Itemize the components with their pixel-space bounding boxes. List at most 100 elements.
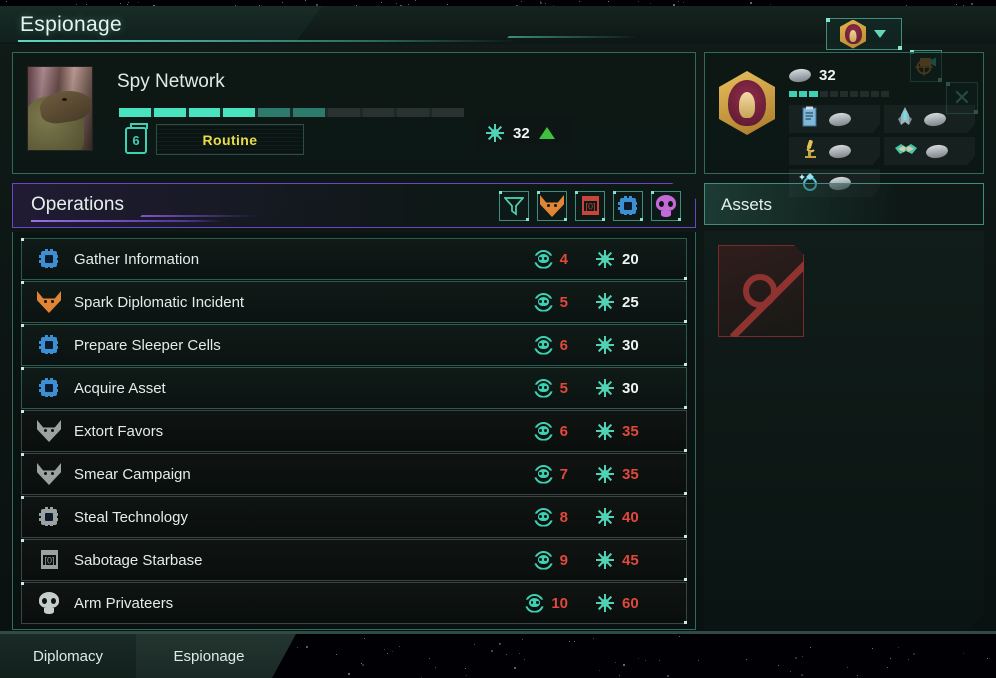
star: [127, 1, 129, 3]
tab-diplomacy[interactable]: Diplomacy: [0, 634, 136, 678]
operation-icon: [32, 291, 66, 313]
fox-icon: [37, 291, 61, 313]
star: [5, 0, 7, 2]
fox-icon: [37, 463, 61, 485]
spy-network-panel: Spy Network 6 Routine 32: [12, 52, 696, 174]
table-row[interactable]: Acquire Asset 5 30: [21, 367, 687, 409]
table-row[interactable]: Steal Technology 8 40: [21, 496, 687, 538]
intel-blob-icon: [788, 67, 812, 84]
title-underline: [18, 40, 518, 42]
operation-name: Sabotage Starbase: [74, 551, 203, 569]
operation-icon: [32, 463, 66, 485]
espionage-value-chip: 32: [476, 116, 574, 150]
filter-all[interactable]: [499, 191, 529, 221]
filter-provocation[interactable]: [651, 191, 681, 221]
table-row[interactable]: Arm Privateers 10 60: [21, 582, 687, 624]
government-intel[interactable]: [789, 105, 880, 133]
espionage-spoke-icon: [596, 465, 614, 483]
operation-cost: 35: [596, 465, 658, 483]
table-row[interactable]: [0] Sabotage Starbase 9 45: [21, 539, 687, 581]
operation-icon: [32, 377, 66, 399]
star: [649, 2, 651, 4]
svg-text:[0]: [0]: [44, 556, 54, 566]
spy-network-level-icon: 6: [125, 123, 148, 154]
operation-icon: [32, 506, 66, 528]
operation-difficulty: 7: [533, 464, 568, 484]
progress-segment: [362, 108, 395, 117]
fox-icon: [37, 420, 61, 442]
intel-blob-icon: [923, 111, 947, 127]
star: [682, 2, 684, 4]
leader-portrait[interactable]: [27, 66, 93, 151]
operation-name: Extort Favors: [74, 422, 164, 440]
operation-name: Prepare Sleeper Cells: [74, 336, 221, 354]
cost-value: 35: [622, 465, 639, 483]
chip-icon: [38, 377, 60, 399]
espionage-value: 32: [513, 124, 530, 142]
progress-segment: [397, 108, 430, 117]
filter-sabotage[interactable]: [0]: [575, 191, 605, 221]
star: [281, 2, 283, 4]
difficulty-value: 9: [559, 551, 568, 569]
operations-underline: [31, 220, 223, 222]
trend-up-icon: [538, 127, 555, 139]
military-intel[interactable]: [884, 105, 975, 133]
page-title: Espionage: [20, 13, 122, 36]
difficulty-value: 8: [559, 508, 568, 526]
main-window: Espionage ✕: [0, 6, 996, 634]
intel-blob-icon: [925, 143, 949, 159]
star: [520, 1, 522, 3]
assets-body: [704, 231, 984, 630]
espionage-window-root: Espionage ✕: [0, 0, 996, 678]
table-row[interactable]: Extort Favors 6 35: [21, 410, 687, 452]
star: [677, 0, 679, 2]
intel-blob-icon: [828, 143, 852, 159]
operations-list[interactable]: Gather Information 4 20 Spark Diplomatic In…: [12, 232, 696, 630]
star: [608, 1, 610, 3]
filter-subterfuge[interactable]: [537, 191, 567, 221]
espionage-spoke-icon: [596, 250, 614, 268]
science-intel[interactable]: [789, 137, 880, 165]
empire-selector-dropdown[interactable]: [826, 18, 902, 50]
skull-ring-icon: [533, 507, 553, 527]
intel-bar-segment: [860, 91, 869, 97]
table-row[interactable]: Spark Diplomatic Incident 5 25: [21, 281, 687, 323]
no-asset-slot[interactable]: [718, 245, 804, 337]
operation-cost: 60: [596, 594, 658, 612]
star: [137, 2, 139, 4]
title-bar: Espionage ✕: [0, 6, 996, 114]
diplomacy-intel[interactable]: [884, 137, 975, 165]
star: [539, 2, 542, 5]
cost-value: 25: [622, 293, 639, 311]
star: [970, 2, 973, 5]
tab-espionage[interactable]: Espionage: [136, 634, 296, 678]
star: [395, 3, 397, 5]
star: [447, 3, 449, 5]
star: [544, 2, 546, 4]
assets-header: Assets: [704, 183, 984, 225]
operation-icon: [32, 592, 66, 614]
star: [749, 2, 752, 5]
table-row[interactable]: Smear Campaign 7 35: [21, 453, 687, 495]
operation-icon: [32, 334, 66, 356]
spy-network-status: Routine: [156, 124, 304, 155]
microscope-icon: [805, 139, 816, 158]
chevron-down-icon: [872, 29, 888, 39]
progress-segment: [188, 108, 221, 117]
filter-technology[interactable]: [613, 191, 643, 221]
assets-title: Assets: [721, 195, 773, 214]
intel-value: 32: [819, 67, 836, 84]
barrel-icon: [0]: [580, 195, 601, 217]
espionage-spoke-icon: [596, 508, 614, 526]
progress-segment: [119, 108, 151, 117]
chip-icon: [38, 506, 60, 528]
star: [127, 3, 129, 5]
cost-value: 20: [622, 250, 639, 268]
intel-bar-segment: [840, 91, 849, 97]
barrel-icon: [0]: [39, 549, 60, 571]
operation-icon: [32, 420, 66, 442]
table-row[interactable]: Gather Information 4 20: [21, 238, 687, 280]
operations-header: Operations [0]: [12, 183, 696, 228]
table-row[interactable]: Prepare Sleeper Cells 6 30: [21, 324, 687, 366]
skull-ring-icon: [533, 378, 553, 398]
